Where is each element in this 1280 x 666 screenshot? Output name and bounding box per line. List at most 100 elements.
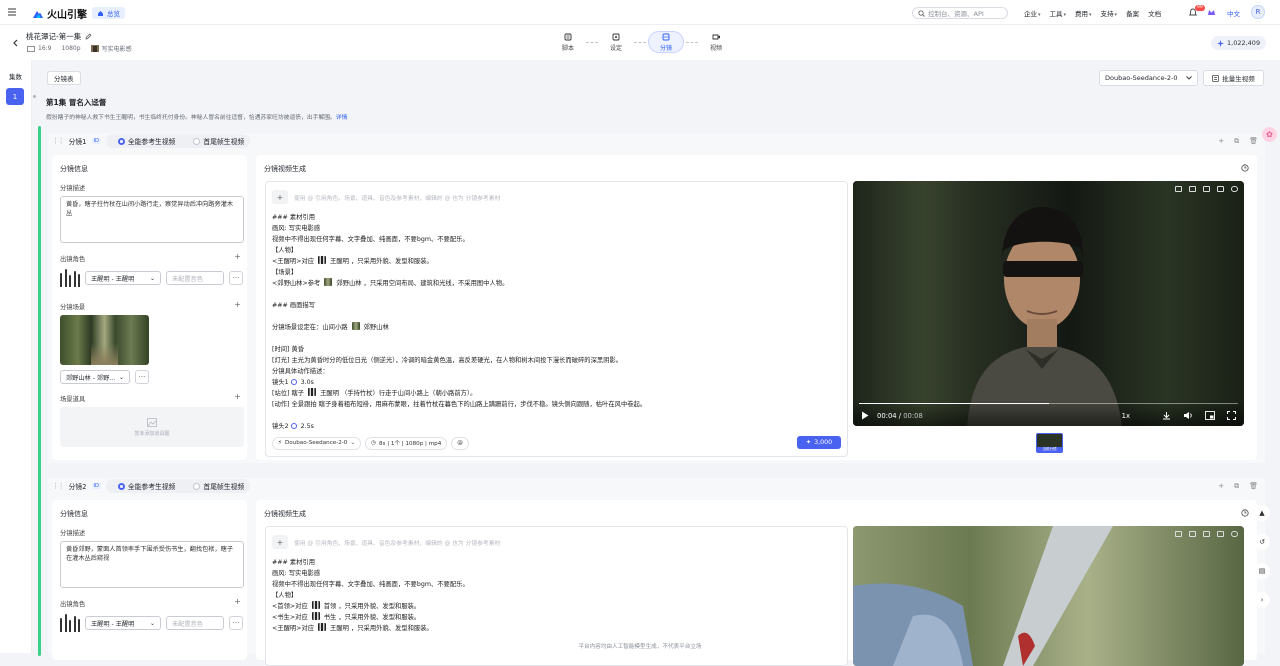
- more-options-icon[interactable]: ···: [229, 271, 243, 285]
- drag-handle-icon[interactable]: ⋮⋮: [52, 482, 65, 490]
- book-icon[interactable]: ▤: [1254, 563, 1270, 579]
- chevron-right-icon[interactable]: ›: [1254, 592, 1270, 608]
- nav-docs[interactable]: 文档: [1148, 8, 1161, 18]
- prompt-line: 分镜场景设定在：山间小路 郊野山林: [272, 322, 389, 331]
- storyboard-table-tab[interactable]: 分镜表: [47, 71, 81, 85]
- description-label: 分镜描述: [60, 185, 86, 192]
- assistant-float-icon[interactable]: ✿: [1262, 127, 1277, 142]
- nav-billing[interactable]: 费用: [1075, 8, 1092, 18]
- footer-model-select[interactable]: ⚡ Doubao-Seedance-2-0 ⌄: [272, 436, 362, 450]
- more-options-icon[interactable]: ···: [135, 370, 149, 384]
- description-textarea[interactable]: 黄昏，瞎子拄竹杖在山间小路行走，察觉异动后冲向路旁灌木丛: [60, 196, 244, 243]
- crown-icon[interactable]: [1207, 8, 1216, 16]
- prompt-editor[interactable]: + 使用 @ 引用角色、场景、道具、音色及参考素材，编辑的 @ 也为 分镜参考素…: [265, 181, 848, 457]
- nav-support[interactable]: 支持: [1101, 8, 1118, 18]
- generation-mode-group: 全能参考生视频 首尾帧生视频: [105, 479, 251, 493]
- add-character-icon[interactable]: +: [234, 597, 241, 606]
- language-switch[interactable]: 中文: [1227, 8, 1240, 18]
- mode-full-reference-radio[interactable]: 全能参考生视频: [117, 481, 175, 491]
- generation-mode-group: 全能参考生视频 首尾帧生视频: [105, 134, 251, 148]
- fullscreen-icon[interactable]: [1227, 411, 1236, 420]
- settings-icon: [612, 33, 620, 41]
- step-script[interactable]: 脚本: [552, 33, 584, 52]
- step-video[interactable]: 视频: [700, 33, 732, 52]
- episode-1-button[interactable]: 1: [6, 88, 24, 105]
- video-version-thumbnail[interactable]: 当前分镜: [1036, 433, 1063, 453]
- search-input[interactable]: 控制台、资源、API: [912, 7, 1008, 19]
- props-empty-box[interactable]: 暂未添加道具图: [60, 407, 244, 447]
- voice-select[interactable]: 未配置音色: [166, 271, 224, 285]
- insert-reference-button[interactable]: +: [272, 535, 288, 549]
- generate-video-button[interactable]: ✦ 3,000: [797, 436, 841, 449]
- prompt-line: <王醒明>对应 王醒明 ，只采用外貌、发型和服装。: [272, 623, 433, 632]
- scene-thumbnail[interactable]: [60, 315, 149, 365]
- history-icon[interactable]: ↺: [1254, 534, 1270, 550]
- frames-icon[interactable]: [1203, 531, 1210, 537]
- project-title: 桃花潭记-第一集: [26, 32, 82, 41]
- character-select[interactable]: 王醒明 - 王醒明 ⌄: [85, 616, 161, 630]
- add-prop-icon[interactable]: +: [234, 392, 241, 401]
- add-icon[interactable]: +: [1218, 137, 1224, 146]
- drag-handle-icon[interactable]: ⋮⋮: [52, 137, 65, 145]
- prompt-line: [灯光] 主光为黄昏时分的低位日光（侧逆光），冷调的暗金黄色温，高反差硬光，在人…: [272, 357, 623, 364]
- history-clock-icon[interactable]: [1241, 509, 1249, 517]
- snapshot-icon[interactable]: [1175, 186, 1182, 192]
- mode-full-reference-radio[interactable]: 全能参考生视频: [117, 136, 175, 146]
- step-storyboard[interactable]: 分镜: [648, 31, 684, 53]
- delete-icon[interactable]: 🗑: [1249, 482, 1258, 491]
- snapshot-icon[interactable]: [1175, 531, 1182, 537]
- scene-select[interactable]: 郊野山林 - 郊野... ⌄: [60, 370, 130, 384]
- credits-balance[interactable]: 1,022,409: [1211, 36, 1267, 50]
- video-top-controls: [1175, 531, 1238, 537]
- download-frame-icon[interactable]: [1189, 531, 1196, 537]
- playback-speed[interactable]: 1x: [1122, 412, 1130, 420]
- download-icon[interactable]: [1162, 411, 1171, 420]
- compare-icon[interactable]: [1217, 186, 1224, 192]
- frames-icon[interactable]: [1203, 186, 1210, 192]
- brand-logo[interactable]: 火山引擎: [32, 6, 87, 21]
- prompt-line: [272, 410, 841, 421]
- back-arrow-icon[interactable]: [12, 39, 19, 47]
- output-spec-pill[interactable]: ◷ 8s | 1个 | 1080p | mp4: [365, 436, 448, 450]
- character-thumbnail-icon: [311, 612, 320, 620]
- copy-icon[interactable]: ⧉: [1234, 482, 1239, 491]
- add-character-icon[interactable]: +: [234, 252, 241, 261]
- add-icon[interactable]: +: [1218, 482, 1224, 491]
- description-textarea[interactable]: 黄昏郊野，蒙面人首领率手下围杀受伤书生，翻找包袱，瞎子在灌木丛后窥视: [60, 541, 244, 588]
- ai-assistant-icon[interactable]: ▲: [1254, 505, 1270, 521]
- mode-first-last-frame-radio[interactable]: 首尾帧生视频: [193, 481, 244, 491]
- mode-first-last-frame-radio[interactable]: 首尾帧生视频: [193, 136, 244, 146]
- download-frame-icon[interactable]: [1189, 186, 1196, 192]
- video-player[interactable]: 00:04 / 00:08 1x: [853, 181, 1244, 426]
- edit-pencil-icon[interactable]: [85, 33, 92, 40]
- menu-icon[interactable]: [7, 7, 17, 17]
- character-select[interactable]: 王醒明 - 王醒明 ⌄: [85, 271, 161, 285]
- copy-icon[interactable]: ⧉: [1234, 137, 1239, 146]
- voice-select[interactable]: 未配置音色: [166, 616, 224, 630]
- history-clock-icon[interactable]: [1241, 164, 1249, 172]
- batch-generate-button[interactable]: 批量生视频: [1203, 70, 1264, 86]
- delete-icon[interactable]: 🗑: [1249, 137, 1258, 146]
- nav-filing[interactable]: 备案: [1126, 8, 1139, 18]
- nav-tools[interactable]: 工具: [1050, 8, 1067, 18]
- info-icon[interactable]: [1231, 531, 1238, 537]
- pip-icon[interactable]: [1205, 411, 1215, 420]
- add-scene-icon[interactable]: +: [234, 300, 241, 309]
- character-row: 王醒明 - 王醒明 ⌄ 未配置音色 ···: [60, 269, 243, 287]
- ratio-meta: 16:9: [27, 45, 51, 52]
- compare-icon[interactable]: [1217, 531, 1224, 537]
- home-button[interactable]: 总览: [92, 7, 125, 19]
- details-link[interactable]: 详情: [336, 115, 348, 121]
- insert-reference-button[interactable]: +: [272, 190, 288, 204]
- generation-title: 分镜视频生成: [264, 165, 306, 173]
- model-select[interactable]: Doubao-Seedance-2-0: [1099, 70, 1198, 86]
- step-settings[interactable]: 设定: [600, 33, 632, 52]
- volume-icon[interactable]: [1183, 411, 1193, 420]
- mention-button[interactable]: @: [451, 436, 469, 450]
- info-icon[interactable]: [1231, 186, 1238, 192]
- more-options-icon[interactable]: ···: [229, 616, 243, 630]
- play-icon[interactable]: [861, 411, 869, 420]
- user-avatar[interactable]: R: [1251, 5, 1265, 19]
- video-progress-track[interactable]: [859, 403, 1238, 404]
- nav-enterprise[interactable]: 企业: [1024, 8, 1041, 18]
